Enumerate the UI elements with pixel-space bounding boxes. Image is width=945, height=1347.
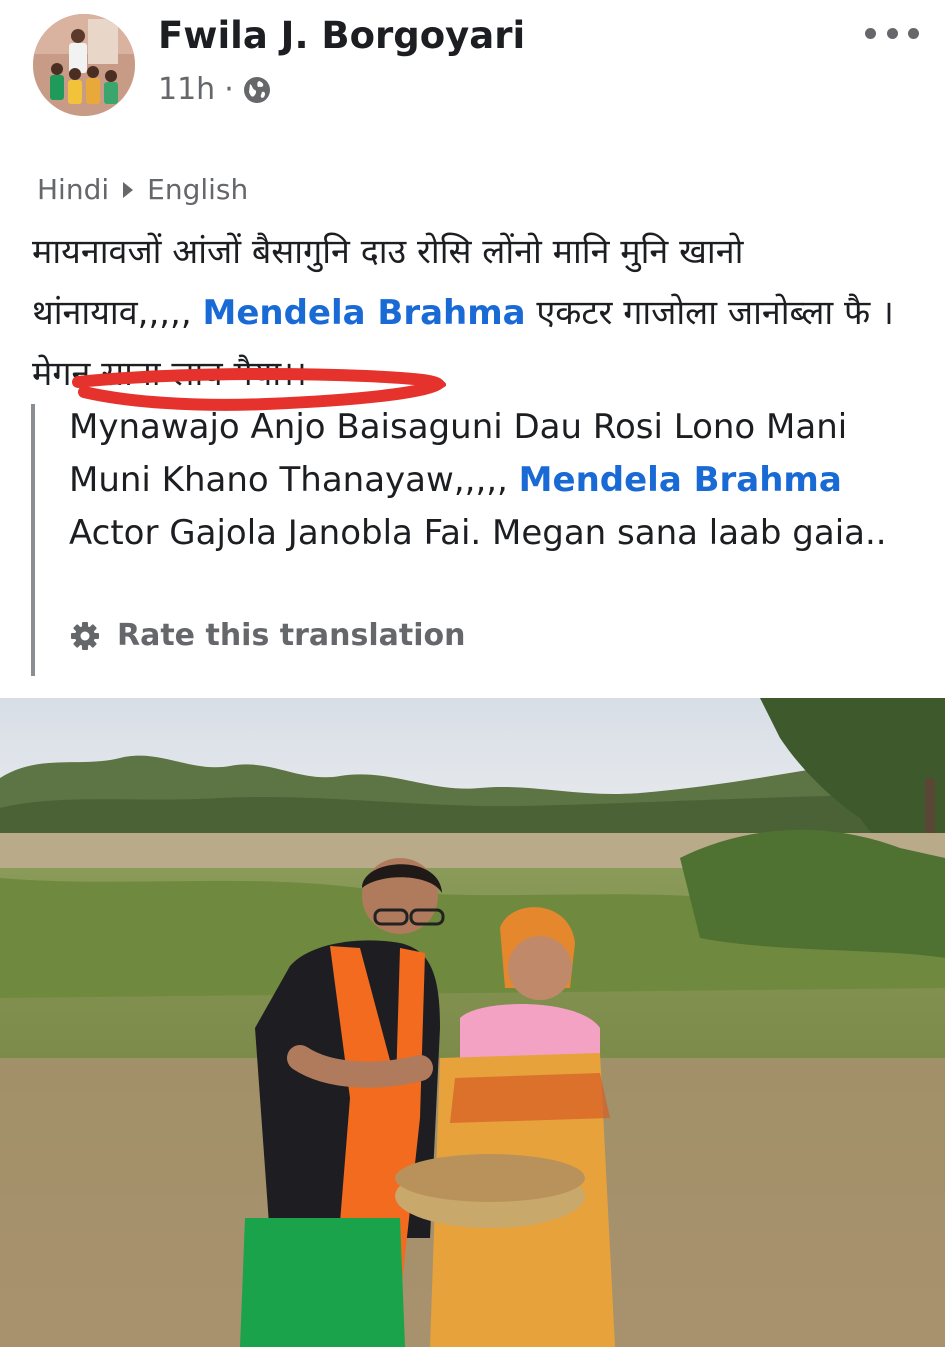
play-arrow-icon	[123, 181, 134, 198]
translated-text-part2: Actor Gajola Janobla Fai. Megan sana laa…	[69, 513, 887, 553]
avatar-photo	[33, 14, 135, 116]
facebook-post: Fwila J. Borgoyari 11h · Hindi English म…	[0, 0, 945, 1347]
author-name[interactable]: Fwila J. Borgoyari	[158, 14, 525, 57]
dot	[908, 27, 919, 39]
post-meta: 11h ·	[158, 72, 271, 107]
dot	[865, 27, 876, 39]
author-avatar[interactable]	[33, 14, 135, 116]
source-language[interactable]: Hindi	[37, 173, 109, 206]
translated-text: Mynawajo Anjo Baisaguni Dau Rosi Lono Ma…	[69, 401, 919, 560]
dot	[886, 27, 898, 39]
translation-quote-bar	[31, 404, 35, 676]
gear-icon	[71, 621, 99, 650]
translated-mention-link[interactable]: Mendela Brahma	[519, 460, 842, 500]
globe-icon	[243, 76, 270, 103]
target-language[interactable]: English	[147, 173, 248, 206]
photo-illustration	[0, 698, 945, 1347]
more-options-icon[interactable]	[865, 23, 919, 43]
rate-translation-button[interactable]: Rate this translation	[69, 618, 465, 653]
post-photo[interactable]	[0, 698, 945, 1347]
meta-separator: ·	[224, 72, 234, 107]
translation-toggle[interactable]: Hindi English	[37, 173, 248, 206]
rate-translation-label: Rate this translation	[117, 618, 466, 653]
mention-link[interactable]: Mendela Brahma	[202, 293, 525, 333]
post-time[interactable]: 11h	[158, 72, 215, 107]
